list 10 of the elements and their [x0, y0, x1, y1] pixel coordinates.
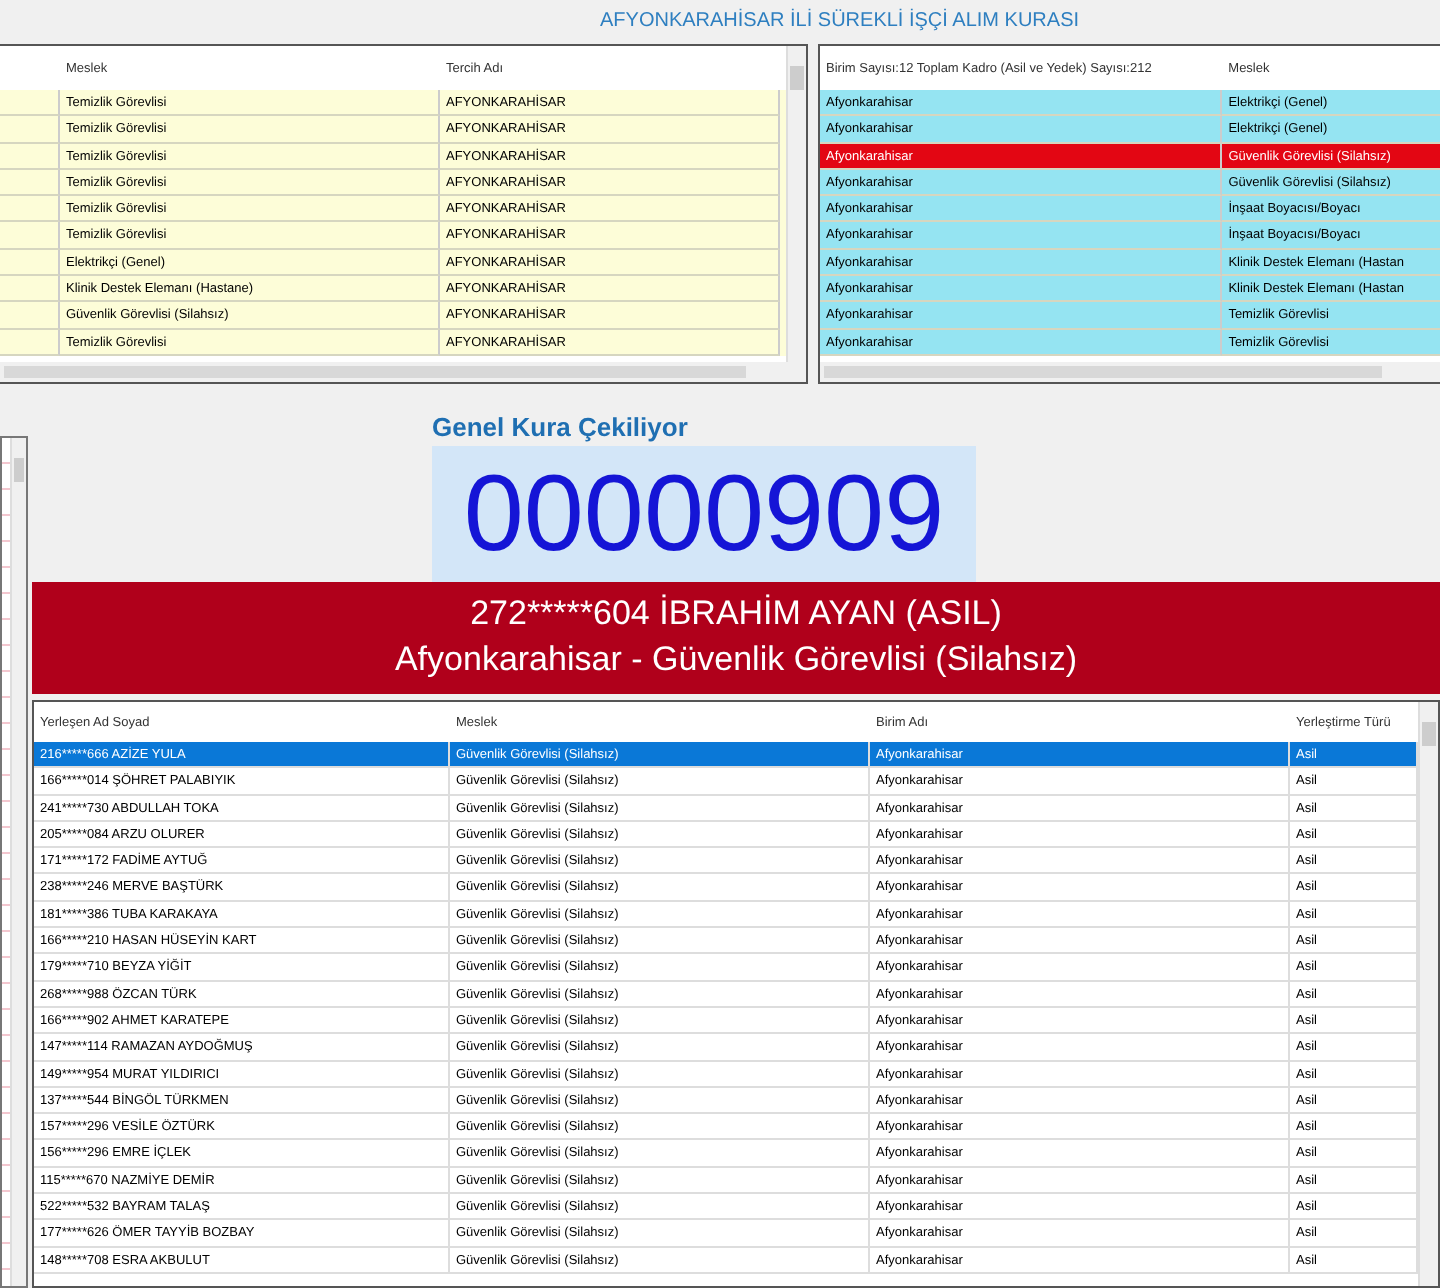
- window-title: AFYONKARAHİSAR İLİ SÜREKLİ İŞÇİ ALIM KURASI: [598, 6, 1080, 36]
- scrollbar[interactable]: [820, 362, 1440, 382]
- scrollbar[interactable]: [10, 438, 26, 1286]
- winner-position: Afyonkarahisar - Güvenlik Görevlisi (Silahsız): [392, 638, 1080, 682]
- draw-number: 00000909: [432, 446, 976, 582]
- scrollbar[interactable]: [786, 46, 806, 362]
- scrollbar[interactable]: [1418, 702, 1438, 1286]
- draw-heading: Genel Kura Çekiliyor: [432, 412, 688, 442]
- scrollbar[interactable]: [0, 362, 806, 382]
- winner-name: 272*****604 İBRAHİM AYAN (ASIL): [468, 592, 1004, 636]
